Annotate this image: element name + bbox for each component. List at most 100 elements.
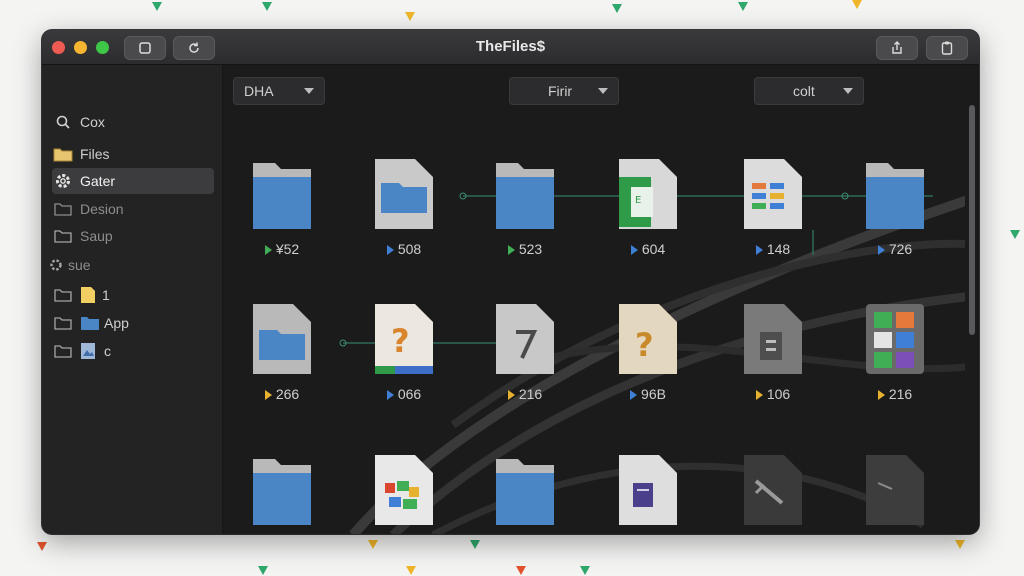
marker-icon (877, 390, 885, 401)
confetti (470, 540, 480, 549)
file-tile[interactable]: 216 (850, 302, 940, 422)
sidebar-item-label: c (104, 343, 111, 359)
chevron-down-icon (843, 88, 853, 94)
marker-icon (755, 390, 763, 401)
file-tile[interactable]: 726 (850, 157, 940, 277)
file-label: ¥52 (275, 241, 300, 257)
sidebar-item-saup[interactable]: Saup (52, 223, 214, 249)
sidebar-item-c[interactable]: c (52, 338, 214, 364)
script-file-icon (496, 304, 554, 374)
sidebar-item-label: sue (68, 257, 91, 273)
sidebar-item-app[interactable]: App (52, 310, 214, 336)
gear-icon (48, 257, 64, 273)
folder-outline-icon (52, 287, 74, 303)
file-tile[interactable]: 266 (237, 302, 327, 422)
blue-folder-icon (866, 163, 924, 229)
file-tile[interactable]: 314 (850, 453, 940, 534)
file-label: 066 (397, 386, 422, 402)
file-tile[interactable]: 523 (480, 157, 570, 277)
confetti (152, 2, 162, 11)
file-tile[interactable]: 508 (359, 157, 449, 277)
file-tile[interactable]: ? 066 (359, 302, 449, 422)
sidebar-item-label: 1 (102, 287, 110, 303)
image-folder-icon (375, 455, 433, 525)
svg-text:E: E (635, 195, 641, 206)
file-tile[interactable]: 013 (480, 453, 570, 534)
archive-file-icon (744, 304, 802, 374)
sidebar-item-label: Gater (80, 173, 116, 189)
file-tile[interactable]: 106 (728, 302, 818, 422)
blue-folder-icon (253, 304, 311, 374)
sidebar-item-1[interactable]: 1 (52, 282, 214, 308)
file-tile[interactable]: 216 (480, 302, 570, 422)
confetti (612, 4, 622, 13)
marker-icon (264, 390, 272, 401)
file-label: 508 (397, 241, 422, 257)
unknown-file-icon: ? (619, 304, 677, 374)
file-tile[interactable]: 304 (237, 453, 327, 534)
file-label: 266 (275, 386, 300, 402)
sidebar-item-label: App (104, 315, 129, 331)
confetti (1010, 230, 1020, 239)
clipboard-button[interactable] (926, 36, 968, 60)
sidebar-item-files[interactable]: Files (52, 141, 214, 167)
file-label: 523 (518, 241, 543, 257)
title-bar: TheFiles$ (42, 30, 979, 65)
file-tile[interactable]: ¥52 (237, 157, 327, 277)
chevron-down-icon (598, 88, 608, 94)
confetti (262, 2, 272, 11)
filter-dropdown-2[interactable]: Firir (509, 77, 619, 105)
file-label: 604 (641, 241, 666, 257)
file-tile[interactable]: ? 96B (603, 302, 693, 422)
folder-outline-icon (52, 343, 74, 359)
image-file-icon (80, 342, 96, 360)
file-label: 216 (888, 386, 913, 402)
sidebar-item-gater[interactable]: Gater (52, 168, 214, 194)
document-file-icon (619, 455, 677, 525)
file-grid-area: DHA Firir colt ¥52 508 523 E 604 148 726… (223, 65, 965, 534)
marker-icon (386, 245, 394, 256)
confetti (368, 540, 378, 549)
file-tile[interactable]: E 604 (603, 157, 693, 277)
scrollbar[interactable] (965, 65, 979, 534)
blue-folder-icon (496, 163, 554, 229)
folder-outline-icon (52, 228, 74, 244)
yellow-file-icon (80, 286, 96, 304)
file-label: 216 (518, 386, 543, 402)
blue-folder-icon (80, 315, 100, 331)
file-manager-window: TheFiles$ Cox Files Gater Desion Saup su… (42, 30, 979, 534)
folder-icon (52, 146, 74, 162)
file-label: 726 (888, 241, 913, 257)
confetti (852, 0, 862, 9)
marker-icon (630, 245, 638, 256)
sidebar-item-label: Files (80, 146, 110, 162)
file-label: 106 (766, 386, 791, 402)
sidebar-item-desion[interactable]: Desion (52, 196, 214, 222)
sidebar-section-sue[interactable]: sue (48, 252, 210, 278)
folder-outline-icon (52, 201, 74, 217)
confetti (955, 540, 965, 549)
question-file-icon: ? (375, 304, 433, 374)
table-doc-icon (744, 159, 802, 229)
marker-icon (386, 390, 394, 401)
share-button[interactable] (876, 36, 918, 60)
file-tile[interactable]: 036 (359, 453, 449, 534)
file-tile[interactable]: 014 (603, 453, 693, 534)
filter-dropdown-3[interactable]: colt (754, 77, 864, 105)
sidebar-item-search[interactable]: Cox (52, 109, 214, 135)
dark-tool-file-icon (744, 455, 802, 525)
file-tile[interactable]: 313 (728, 453, 818, 534)
svg-text:?: ? (635, 326, 654, 364)
scrollbar-thumb[interactable] (969, 105, 975, 335)
svg-text:?: ? (391, 322, 410, 360)
filter-dropdown-1[interactable]: DHA (233, 77, 325, 105)
marker-icon (507, 245, 515, 256)
sidebar-item-label: Desion (80, 201, 124, 217)
blue-folder-icon (375, 159, 433, 229)
blue-folder-icon (253, 459, 311, 525)
file-tile[interactable]: 148 (728, 157, 818, 277)
confetti (516, 566, 526, 575)
blue-folder-icon (253, 163, 311, 229)
window-title: TheFiles$ (475, 38, 546, 55)
sidebar-item-label: Saup (80, 228, 113, 244)
